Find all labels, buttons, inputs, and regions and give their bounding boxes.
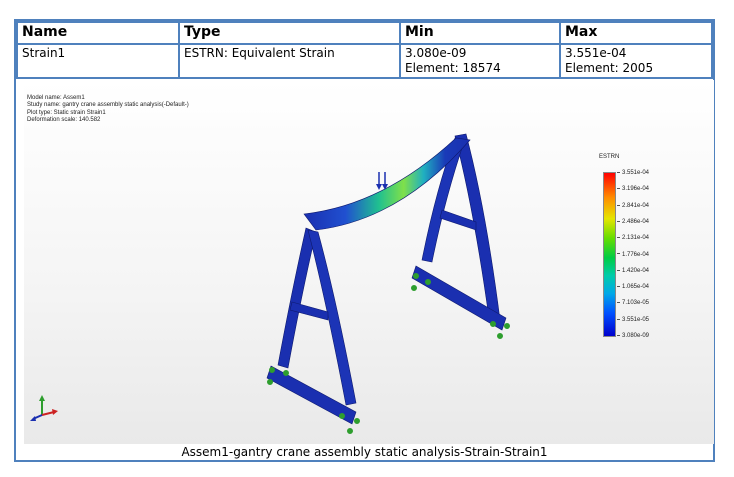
legend-label: 1.420e-04	[617, 268, 649, 274]
min-element: Element: 18574	[405, 61, 501, 75]
cell-min: 3.080e-09 Element: 18574	[399, 43, 561, 79]
results-table: Name Type Min Max Strain1 ESTRN: Equival…	[16, 21, 713, 79]
legend-label: 2.841e-04	[617, 203, 649, 209]
report-frame: Name Type Min Max Strain1 ESTRN: Equival…	[14, 19, 715, 462]
legend-label: 3.551e-05	[617, 317, 649, 323]
xyz-triad-icon	[30, 395, 58, 421]
legend-label: 3.551e-04	[617, 170, 649, 176]
fixture-icon	[267, 273, 510, 434]
cell-max: 3.551e-04 Element: 2005	[559, 43, 713, 79]
legend-label: 2.131e-04	[617, 235, 649, 241]
cell-type: ESTRN: Equivalent Strain	[178, 43, 401, 79]
legend-color-bar	[603, 172, 616, 337]
header-type: Type	[178, 21, 401, 45]
header-max: Max	[559, 21, 713, 45]
header-min: Min	[399, 21, 561, 45]
max-element: Element: 2005	[565, 61, 654, 75]
legend-label: 7.103e-05	[617, 300, 649, 306]
legend-label: 3.196e-04	[617, 186, 649, 192]
legend-label: 1.776e-04	[617, 252, 649, 258]
table-header-row: Name Type Min Max	[16, 21, 713, 45]
legend-title: ESTRN	[599, 154, 620, 160]
legend-label: 1.065e-04	[617, 284, 649, 290]
left-frame	[266, 227, 357, 425]
header-name: Name	[16, 21, 180, 45]
plot-caption: Assem1-gantry crane assembly static anal…	[181, 445, 548, 459]
cell-name: Strain1	[16, 43, 180, 79]
table-row: Strain1 ESTRN: Equivalent Strain 3.080e-…	[16, 43, 713, 79]
legend-label: 3.080e-09	[617, 333, 649, 339]
max-value: 3.551e-04	[565, 46, 627, 60]
legend-label: 2.486e-04	[617, 219, 649, 225]
load-arrow-icon	[376, 172, 388, 190]
strain-plot-image: Model name: Assem1 Study name: gantry cr…	[24, 80, 714, 444]
min-value: 3.080e-09	[405, 46, 467, 60]
